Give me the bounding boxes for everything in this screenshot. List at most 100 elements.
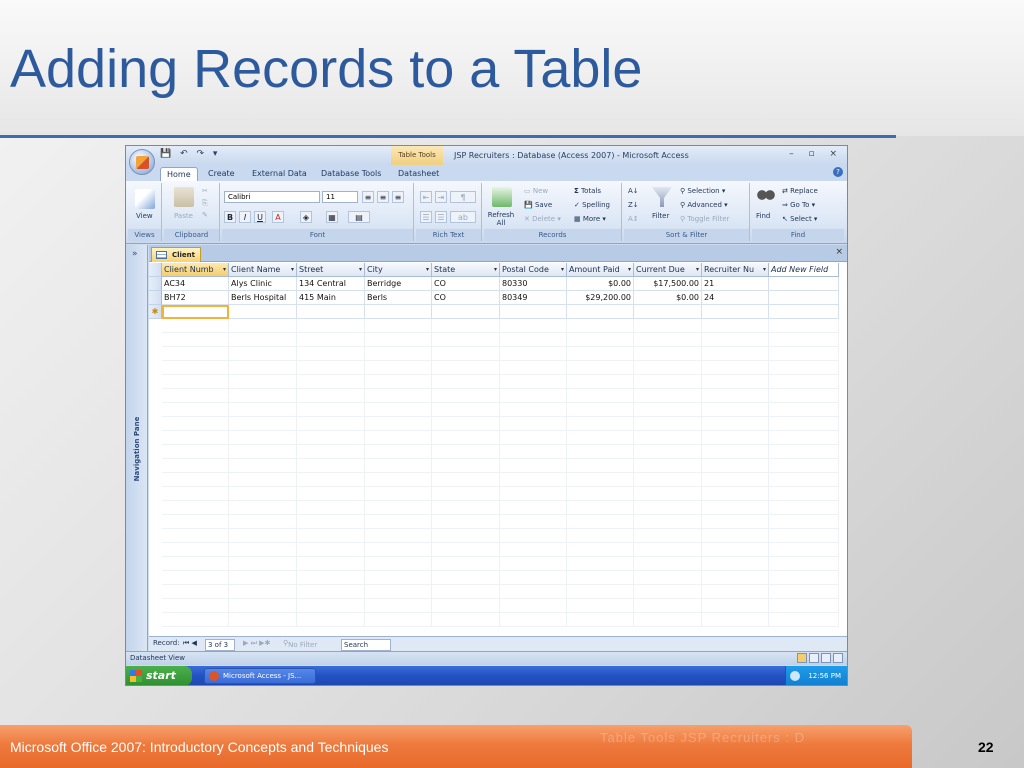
sort-ascending-icon[interactable]: A↓ (628, 187, 639, 195)
chevron-down-icon[interactable]: ▾ (763, 263, 766, 276)
table-cell[interactable] (500, 305, 567, 319)
column-header[interactable]: Client Name ▾ (229, 263, 297, 277)
chevron-down-icon[interactable]: ▾ (223, 263, 226, 276)
underline-icon[interactable]: U (254, 211, 266, 223)
first-record-icon[interactable]: ⏮ ◀ (183, 639, 197, 648)
view-button[interactable]: View (136, 212, 153, 220)
clear-sort-icon[interactable]: A↕ (628, 215, 639, 223)
table-cell[interactable] (567, 305, 634, 319)
chevron-down-icon[interactable]: ▾ (494, 263, 497, 276)
select-button[interactable]: ↖ Select ▾ (782, 215, 817, 223)
align-right-icon[interactable]: ≡ (392, 191, 404, 203)
numbering-icon[interactable]: ☰ (420, 211, 432, 223)
table-cell[interactable] (769, 291, 839, 305)
gridlines-icon[interactable]: ▦ (326, 211, 338, 223)
chevron-down-icon[interactable]: ▾ (696, 263, 699, 276)
advanced-button[interactable]: ⚲ Advanced ▾ (680, 201, 728, 209)
chevron-down-icon[interactable]: ▾ (359, 263, 362, 276)
quick-access-toolbar[interactable]: 💾 ↶ ↷ ▾ (160, 149, 220, 159)
table-cell[interactable] (702, 305, 769, 319)
help-icon[interactable]: ? (833, 167, 843, 177)
table-cell[interactable] (769, 277, 839, 291)
font-size-combo[interactable]: 11 (322, 191, 358, 203)
filter-button[interactable]: Filter (652, 212, 669, 220)
record-selector[interactable] (149, 291, 162, 305)
table-cell[interactable]: $17,500.00 (634, 277, 702, 291)
save-record-button[interactable]: 💾 Save (524, 201, 552, 209)
table-cell[interactable] (634, 305, 702, 319)
tab-create[interactable]: Create (202, 167, 241, 181)
highlight-icon[interactable]: ab (450, 211, 476, 223)
table-cell[interactable]: CO (432, 291, 500, 305)
column-header[interactable]: City ▾ (365, 263, 432, 277)
record-position[interactable]: 3 of 3 (205, 639, 235, 651)
align-left-icon[interactable]: ≡ (362, 191, 374, 203)
go-to-button[interactable]: ⇒ Go To ▾ (782, 201, 815, 209)
chevron-down-icon[interactable]: ▾ (426, 263, 429, 276)
table-cell[interactable] (769, 305, 839, 319)
more-button[interactable]: ▦ More ▾ (574, 215, 606, 223)
column-header[interactable]: Recruiter Nu ▾ (702, 263, 769, 277)
table-cell[interactable]: Berls (365, 291, 432, 305)
table-cell[interactable]: $29,200.00 (567, 291, 634, 305)
navigation-pane[interactable]: » Navigation Pane (126, 245, 148, 651)
pivot-table-view-icon[interactable] (809, 653, 819, 663)
toggle-filter-button[interactable]: ⚲ Toggle Filter (680, 215, 729, 223)
column-header[interactable]: Amount Paid ▾ (567, 263, 634, 277)
office-button[interactable] (129, 149, 155, 175)
font-color-icon[interactable]: A (272, 211, 284, 223)
select-all-corner[interactable] (149, 263, 162, 277)
copy-icon[interactable]: ⎘ (202, 199, 208, 208)
search-input[interactable]: Search (341, 639, 391, 651)
active-cell[interactable] (162, 305, 229, 319)
table-cell[interactable]: BH72 (162, 291, 229, 305)
expand-chevron-icon[interactable]: » (132, 249, 138, 259)
find-button[interactable]: Find (756, 212, 770, 220)
table-cell[interactable]: Alys Clinic (229, 277, 297, 291)
bold-icon[interactable]: B (224, 211, 236, 223)
cut-icon[interactable]: ✂ (202, 187, 208, 195)
client-document-tab[interactable]: Client (151, 247, 201, 262)
table-cell[interactable]: CO (432, 277, 500, 291)
chevron-down-icon[interactable]: ▾ (628, 263, 631, 276)
table-cell[interactable]: 134 Central (297, 277, 365, 291)
table-cell[interactable]: 21 (702, 277, 769, 291)
taskbar-item-access[interactable]: Microsoft Access - JS... (204, 668, 316, 684)
column-header[interactable]: Street ▾ (297, 263, 365, 277)
datasheet-view-icon[interactable] (797, 653, 807, 663)
tab-home[interactable]: Home (160, 167, 198, 181)
record-selector[interactable] (149, 277, 162, 291)
replace-button[interactable]: ⇄ Replace (782, 187, 818, 195)
pivot-chart-view-icon[interactable] (821, 653, 831, 663)
column-header[interactable]: Client Numb ▾ (162, 263, 229, 277)
tab-datasheet[interactable]: Datasheet (392, 167, 445, 181)
column-header[interactable]: Add New Field (769, 263, 839, 277)
no-filter-button[interactable]: ⚲ No Filter (283, 639, 317, 649)
column-header[interactable]: Postal Code ▾ (500, 263, 567, 277)
table-cell[interactable] (432, 305, 500, 319)
tab-database-tools[interactable]: Database Tools (315, 167, 387, 181)
table-cell[interactable] (365, 305, 432, 319)
close-document-icon[interactable]: × (835, 247, 843, 257)
table-cell[interactable]: 80349 (500, 291, 567, 305)
table-cell[interactable] (229, 305, 297, 319)
spelling-button[interactable]: ✓ Spelling (574, 201, 610, 209)
tab-external-data[interactable]: External Data (246, 167, 313, 181)
design-view-icon[interactable] (833, 653, 843, 663)
table-cell[interactable]: $0.00 (634, 291, 702, 305)
chevron-down-icon[interactable]: ▾ (561, 263, 564, 276)
chevron-down-icon[interactable]: ▾ (291, 263, 294, 276)
font-family-combo[interactable]: Calibri (224, 191, 320, 203)
italic-icon[interactable]: I (239, 211, 251, 223)
format-painter-icon[interactable]: ✎ (202, 211, 208, 219)
text-direction-icon[interactable]: ¶ (450, 191, 476, 203)
table-cell[interactable]: Berls Hospital (229, 291, 297, 305)
table-cell[interactable]: Berridge (365, 277, 432, 291)
delete-record-button[interactable]: ✕ Delete ▾ (524, 215, 561, 223)
window-controls[interactable]: – ▫ × (789, 149, 843, 159)
sort-descending-icon[interactable]: Z↓ (628, 201, 639, 209)
tray-icon[interactable] (790, 671, 800, 681)
paste-button[interactable]: Paste (174, 212, 193, 220)
new-record-button[interactable]: ▭ New (524, 187, 548, 195)
next-record-icon[interactable]: ▶ ⏭ ▶✱ (243, 639, 270, 648)
